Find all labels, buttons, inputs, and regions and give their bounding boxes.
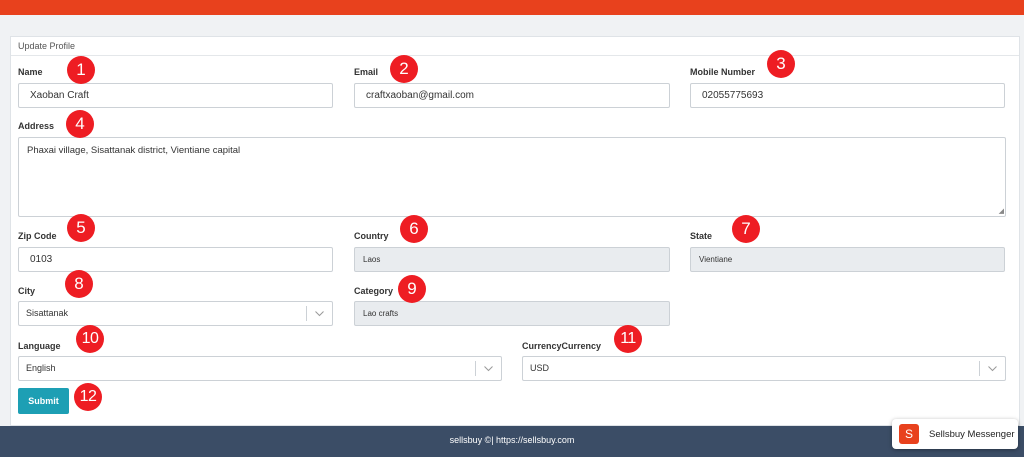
currency-select[interactable]: USD [522, 356, 1006, 381]
chevron-down-icon[interactable] [312, 302, 326, 325]
annotation-badge: 2 [390, 55, 418, 83]
shopping-bag-icon: S [899, 424, 919, 444]
annotation-badge: 3 [767, 50, 795, 78]
address-textarea[interactable]: Phaxai village, Sisattanak district, Vie… [18, 137, 1006, 217]
page-footer: sellsbuy ©| https://sellsbuy.com [0, 426, 1024, 457]
category-field: Lao crafts [354, 301, 670, 326]
annotation-badge: 12 [74, 383, 102, 411]
name-input[interactable]: Xaoban Craft [18, 83, 333, 108]
language-selected-value: English [26, 363, 56, 373]
annotation-badge: 10 [76, 325, 104, 353]
currency-label: CurrencyCurrency [522, 341, 602, 351]
select-separator [306, 306, 307, 321]
category-label: Category [354, 286, 394, 296]
mobile-input[interactable]: 02055775693 [690, 83, 1005, 108]
name-label: Name [18, 67, 43, 77]
zip-input[interactable]: 0103 [18, 247, 333, 272]
address-text: Phaxai village, Sisattanak district, Vie… [27, 145, 241, 156]
annotation-badge: 1 [67, 56, 95, 84]
city-selected-value: Sisattanak [26, 308, 69, 318]
annotation-badge: 6 [400, 215, 428, 243]
state-field: Vientiane [690, 247, 1005, 272]
email-input[interactable]: craftxaoban@gmail.com [354, 83, 670, 108]
resize-handle-icon[interactable]: ◢ [999, 208, 1004, 215]
city-select[interactable]: Sisattanak [18, 301, 333, 326]
annotation-badge: 5 [67, 214, 95, 242]
zip-label: Zip Code [18, 231, 57, 241]
card-divider [11, 55, 1019, 56]
top-banner [0, 0, 1024, 15]
annotation-badge: 8 [65, 270, 93, 298]
messenger-label: Sellsbuy Messenger [929, 428, 1015, 440]
state-label: State [690, 231, 713, 241]
annotation-badge: 9 [398, 275, 426, 303]
email-label: Email [354, 67, 379, 77]
select-separator [475, 361, 476, 376]
city-label: City [18, 286, 36, 296]
messenger-widget[interactable]: S Sellsbuy Messenger [892, 419, 1018, 449]
country-field: Laos [354, 247, 670, 272]
submit-button[interactable]: Submit [18, 388, 69, 414]
mobile-label: Mobile Number [690, 67, 756, 77]
annotation-badge: 11 [614, 325, 642, 353]
chevron-down-icon[interactable] [985, 357, 999, 380]
select-separator [979, 361, 980, 376]
address-label: Address [18, 121, 55, 131]
annotation-badge: 7 [732, 215, 760, 243]
annotation-badge: 4 [66, 110, 94, 138]
country-label: Country [354, 231, 389, 241]
language-label: Language [18, 341, 61, 351]
chevron-down-icon[interactable] [481, 357, 495, 380]
card-title: Update Profile [18, 41, 76, 51]
language-select[interactable]: English [18, 356, 502, 381]
currency-selected-value: USD [530, 363, 550, 373]
